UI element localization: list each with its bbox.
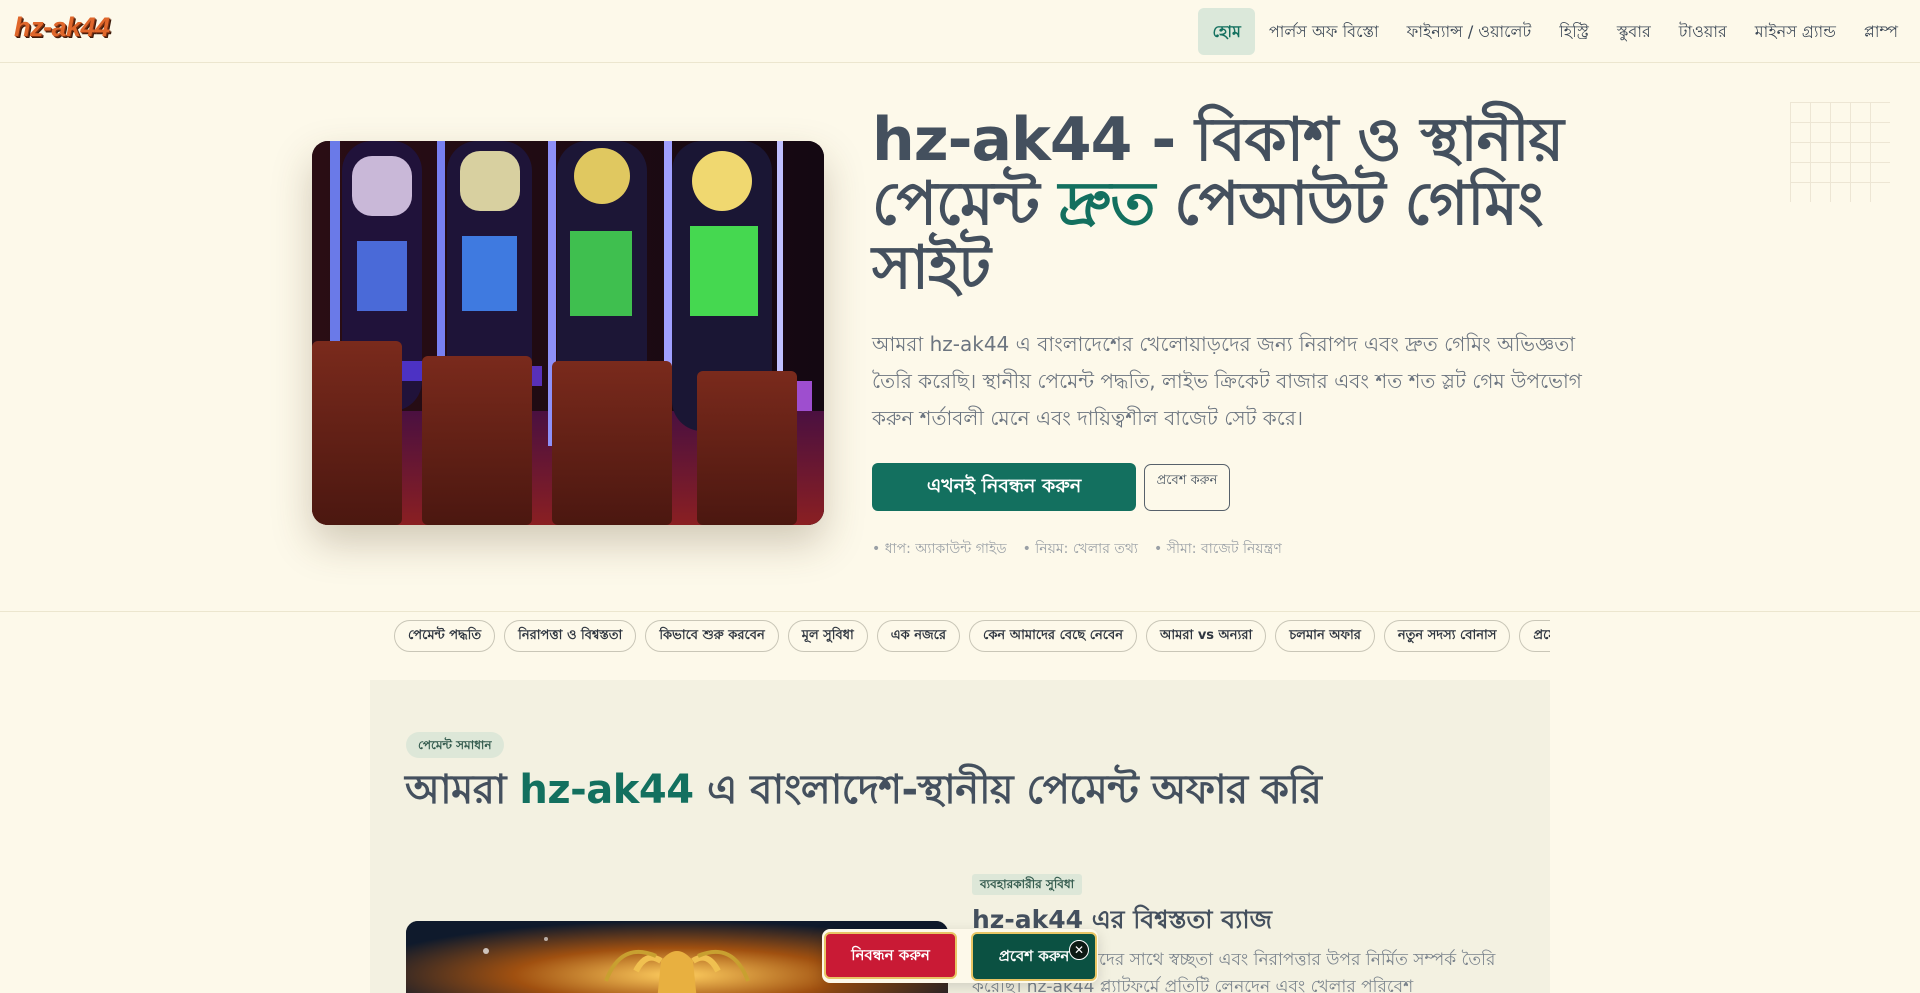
meta-limit-link[interactable]: • সীমা: বাজেট নিয়ন্ত্রণ <box>1154 537 1282 561</box>
chip-how-to-start[interactable]: কিভাবে শুরু করবেন <box>645 620 779 652</box>
register-now-button[interactable]: এখনই নিবন্ধন করুন <box>872 463 1136 511</box>
nav-item-history[interactable]: হিস্ট্রি <box>1545 8 1603 55</box>
nav-item-pearls[interactable]: পার্লস অফ বিস্তো <box>1255 8 1393 55</box>
close-icon[interactable]: ✕ <box>1069 940 1089 960</box>
nav-item-plump[interactable]: প্লাম্প <box>1850 8 1912 55</box>
main-nav: হোম পার্লস অফ বিস্তো ফাইন্যান্স / ওয়ালে… <box>1198 8 1912 55</box>
site-header: hz-ak44 হোম পার্লস অফ বিস্তো ফাইন্যান্স … <box>0 0 1920 63</box>
section-badge: পেমেন্ট সমাধান <box>406 732 504 758</box>
decorative-grid <box>1790 102 1890 202</box>
chip-key-benefits[interactable]: মূল সুবিধা <box>787 620 868 652</box>
hero-title: hz-ak44 - বিকাশ ও স্থানীয় পেমেন্ট দ্রুত… <box>872 108 1632 300</box>
section-title-accent: hz-ak44 <box>519 767 694 813</box>
divider <box>0 611 1920 612</box>
nav-item-mines-grand[interactable]: মাইনস গ্র্যান্ড <box>1741 8 1850 55</box>
chip-promo[interactable]: প্রমো <box>1519 620 1550 652</box>
meta-step-link[interactable]: • ধাপ: অ্যাকাউন্ট গাইড <box>872 537 1007 561</box>
meta-rules-link[interactable]: • নিয়ম: খেলার তথ্য <box>1023 537 1138 561</box>
hero-title-accent: দ্রুত <box>1058 169 1156 239</box>
chip-us-vs-others[interactable]: আমরা vs অন্যরা <box>1145 620 1267 652</box>
nav-item-scuba[interactable]: স্কুবার <box>1603 8 1665 55</box>
hero-meta-links: • ধাপ: অ্যাকাউন্ট গাইড • নিয়ম: খেলার তথ… <box>872 537 1282 561</box>
sub-section-badge: ব্যবহারকারীর সুবিধা <box>972 874 1083 895</box>
login-button[interactable]: প্রবেশ করুন <box>1144 464 1230 511</box>
section-title-text: আমরা <box>405 767 520 813</box>
chip-payment-methods[interactable]: পেমেন্ট পদ্ধতি <box>394 620 496 652</box>
section-title: আমরা hz-ak44 এ বাংলাদেশ-স্থানীয় পেমেন্ট… <box>405 764 1505 816</box>
chip-why-choose-us[interactable]: কেন আমাদের বেছে নেবেন <box>969 620 1137 652</box>
hero-slot-machines-image <box>312 141 824 525</box>
chip-at-a-glance[interactable]: এক নজরে <box>876 620 961 652</box>
section-title-text-end: এ বাংলাদেশ-স্থানীয় পেমেন্ট অফার করি <box>693 767 1322 813</box>
site-logo[interactable]: hz-ak44 <box>14 12 110 43</box>
chip-current-offers[interactable]: চলমান অফার <box>1275 620 1375 652</box>
nav-item-finance-wallet[interactable]: ফাইন্যান্স / ওয়ালেট <box>1393 8 1546 55</box>
chip-new-member-bonus[interactable]: নতুন সদস্য বোনাস <box>1383 620 1511 652</box>
chip-security-trust[interactable]: নিরাপত্তা ও বিশ্বস্ততা <box>504 620 637 652</box>
nav-item-home[interactable]: হোম <box>1198 8 1255 55</box>
floating-register-button[interactable]: নিবন্ধন করুন <box>824 932 957 979</box>
nav-item-tower[interactable]: টাওয়ার <box>1665 8 1741 55</box>
section-chips: পেমেন্ট পদ্ধতি নিরাপত্তা ও বিশ্বস্ততা কি… <box>394 620 1550 653</box>
hero-description: আমরা hz-ak44 এ বাংলাদেশের খেলোয়াড়দের জ… <box>872 332 1582 430</box>
